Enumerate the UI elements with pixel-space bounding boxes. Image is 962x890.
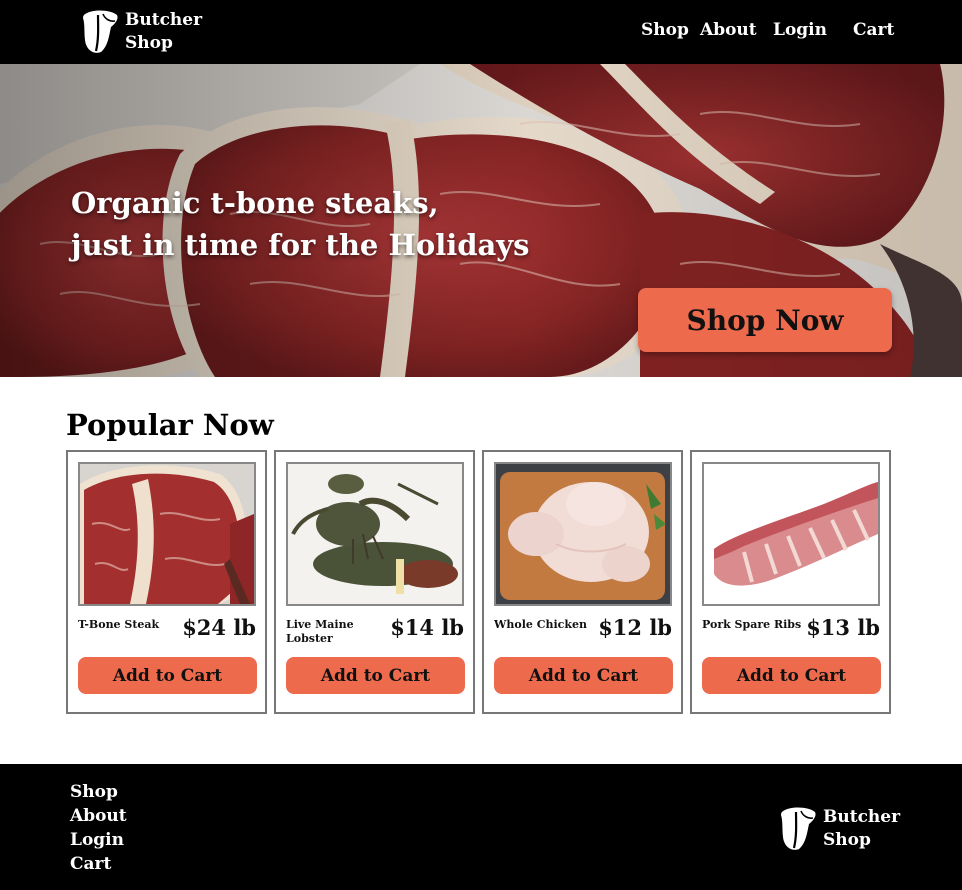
product-card: Pork Spare Ribs $13 lb Add to Cart xyxy=(690,450,891,714)
product-price: $13 lb xyxy=(806,615,880,640)
shop-now-button[interactable]: Shop Now xyxy=(638,288,892,352)
brand-name: Butcher Shop xyxy=(125,9,202,55)
whole-chicken-image xyxy=(496,464,670,604)
brand-name-line2: Shop xyxy=(125,33,173,53)
product-card: T-Bone Steak $24 lb Add to Cart xyxy=(66,450,267,714)
brand-name-line1: Butcher xyxy=(125,10,203,30)
nav-about-link[interactable]: About xyxy=(700,20,757,40)
hero-banner: Organic t-bone steaks, just in time for … xyxy=(0,64,962,377)
product-name: Live Maine Lobster xyxy=(286,618,354,645)
brand-logo[interactable]: Butcher Shop xyxy=(81,9,202,55)
product-price: $14 lb xyxy=(390,615,464,640)
add-to-cart-button[interactable]: Add to Cart xyxy=(494,657,673,694)
footer-brand-line2: Shop xyxy=(823,830,871,850)
footer-brand-logo[interactable]: Butcher Shop xyxy=(779,806,900,852)
footer-cart-link[interactable]: Cart xyxy=(70,852,127,876)
product-price: $12 lb xyxy=(598,615,672,640)
hero-headline: Organic t-bone steaks, just in time for … xyxy=(71,182,529,266)
site-footer: Shop About Login Cart Butcher Shop xyxy=(0,764,962,890)
add-to-cart-button[interactable]: Add to Cart xyxy=(78,657,257,694)
footer-brand-line1: Butcher xyxy=(823,807,901,827)
tbone-steak-image xyxy=(80,464,254,604)
footer-nav: Shop About Login Cart xyxy=(70,780,127,876)
lobster-image xyxy=(288,464,462,604)
product-image-tbone[interactable] xyxy=(78,462,256,606)
t-bone-icon xyxy=(781,807,816,850)
product-image-chicken[interactable] xyxy=(494,462,672,606)
product-card: Live Maine Lobster $14 lb Add to Cart xyxy=(274,450,475,714)
site-header: Butcher Shop Shop About Login Cart xyxy=(0,0,962,64)
t-bone-icon xyxy=(83,10,118,53)
product-name: T-Bone Steak xyxy=(78,618,160,631)
nav-shop-link[interactable]: Shop xyxy=(641,20,689,40)
product-name: Whole Chicken xyxy=(494,618,587,631)
product-price: $24 lb xyxy=(182,615,256,640)
footer-about-link[interactable]: About xyxy=(70,804,127,828)
product-image-lobster[interactable] xyxy=(286,462,464,606)
popular-now-heading: Popular Now xyxy=(66,408,274,442)
footer-brand-name: Butcher Shop xyxy=(823,806,900,852)
footer-shop-link[interactable]: Shop xyxy=(70,780,127,804)
hero-headline-line1: Organic t-bone steaks, xyxy=(71,186,439,220)
pork-ribs-image xyxy=(704,464,878,604)
product-image-pork-ribs[interactable] xyxy=(702,462,880,606)
add-to-cart-button[interactable]: Add to Cart xyxy=(702,657,881,694)
product-card: Whole Chicken $12 lb Add to Cart xyxy=(482,450,683,714)
footer-login-link[interactable]: Login xyxy=(70,828,127,852)
add-to-cart-button[interactable]: Add to Cart xyxy=(286,657,465,694)
product-name: Pork Spare Ribs xyxy=(702,618,802,631)
nav-login-link[interactable]: Login xyxy=(773,20,827,40)
hero-headline-line2: just in time for the Holidays xyxy=(71,228,530,262)
nav-cart-link[interactable]: Cart xyxy=(853,20,894,40)
